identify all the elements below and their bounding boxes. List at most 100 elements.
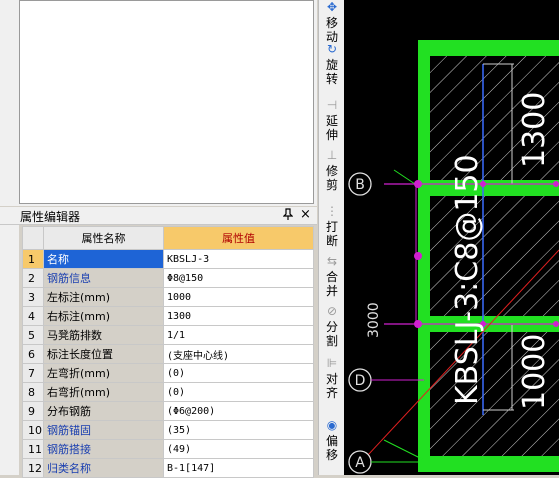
property-name-cell: 马凳筋排数	[43, 325, 164, 345]
property-value-cell[interactable]: (支座中心线)	[163, 344, 314, 364]
dimension-right-1300: 1300	[517, 92, 552, 168]
property-value-cell[interactable]: KBSLJ-3	[163, 249, 314, 269]
property-table: 属性名称 属性值 1 名称 KBSLJ-3 2 钢筋信息 Φ8@150 3 左标注(mm) 10…	[22, 226, 314, 478]
property-name-header: 属性名称	[43, 226, 164, 250]
table-row[interactable]: 6 标注长度位置 (支座中心线)	[22, 344, 314, 364]
property-value-cell[interactable]: 1300	[163, 306, 314, 326]
toolbar-button-5[interactable]: ⇆ 合并	[319, 254, 345, 298]
toolbar-label-char: 分	[325, 320, 338, 334]
pin-icon[interactable]	[282, 208, 294, 223]
row-number: 8	[22, 382, 44, 402]
toolbar-button-7[interactable]: ⊫ 对齐	[319, 356, 345, 400]
edit-toolbar: ✥ 移动 ↻ 旋转 ⊣ 延伸 ⊥ 修剪 ⋮ 打断 ⇆ 合并 ⊘ 分割 ⊫ 对齐 ◉ 偏移	[318, 0, 344, 475]
toolbar-label-char: 合	[325, 270, 338, 284]
property-value-cell[interactable]: (0)	[163, 363, 314, 383]
merge-icon: ⇆	[326, 254, 338, 268]
rotate-icon: ↻	[326, 42, 338, 56]
axis-label-b: B	[355, 177, 365, 193]
toolbar-label-char: 偏	[325, 434, 338, 448]
toolbar-label-char: 并	[325, 284, 338, 298]
property-name-cell: 名称	[43, 249, 164, 269]
grip-point[interactable]	[414, 180, 422, 188]
property-value-cell[interactable]: (35)	[163, 420, 314, 440]
property-name-cell: 钢筋搭接	[43, 439, 164, 459]
align-icon: ⊫	[326, 356, 338, 370]
toolbar-label-char: 伸	[325, 128, 338, 142]
left-gutter	[0, 0, 19, 206]
dimension-3000: 3000	[366, 302, 382, 338]
property-value-header: 属性值	[163, 226, 314, 250]
row-number: 6	[22, 344, 44, 364]
toolbar-button-4[interactable]: ⋮ 打断	[319, 204, 345, 248]
row-number: 4	[22, 306, 44, 326]
table-row[interactable]: 8 右弯折(mm) (0)	[22, 382, 314, 402]
grip-point[interactable]	[553, 321, 559, 327]
row-number: 2	[22, 268, 44, 288]
left-gutter-lower	[0, 225, 19, 475]
row-number: 5	[22, 325, 44, 345]
property-name-cell: 右标注(mm)	[43, 306, 164, 326]
row-number: 7	[22, 363, 44, 383]
property-name-cell: 标注长度位置	[43, 344, 164, 364]
property-name-cell: 分布钢筋	[43, 401, 164, 421]
property-name-cell: 左标注(mm)	[43, 287, 164, 307]
toolbar-button-2[interactable]: ⊣ 延伸	[319, 98, 345, 142]
move-icon: ✥	[326, 0, 338, 14]
row-number-header	[22, 226, 44, 250]
split-icon: ⊘	[326, 304, 338, 318]
toolbar-label-char: 断	[325, 234, 338, 248]
drawing-canvas[interactable]: B D A 3000 KBSLJ-3:C8@150 1300 1000	[344, 0, 559, 475]
property-name-cell: 钢筋信息	[43, 268, 164, 288]
table-row[interactable]: 7 左弯折(mm) (0)	[22, 363, 314, 383]
toolbar-label-char: 转	[325, 72, 338, 86]
property-editor-title: 属性编辑器	[20, 210, 81, 224]
toolbar-label-char: 对	[325, 372, 338, 386]
close-icon[interactable]: ×	[300, 207, 311, 222]
property-value-cell[interactable]: 1000	[163, 287, 314, 307]
row-number: 10	[22, 420, 44, 440]
toolbar-button-6[interactable]: ⊘ 分割	[319, 304, 345, 348]
offset-icon: ◉	[326, 418, 338, 432]
toolbar-label-char: 打	[325, 220, 338, 234]
grip-point[interactable]	[553, 181, 559, 187]
property-name-cell: 右弯折(mm)	[43, 382, 164, 402]
axis-label-d: D	[355, 373, 366, 389]
extend-icon: ⊣	[326, 98, 338, 112]
property-name-cell: 钢筋锚固	[43, 420, 164, 440]
row-number: 11	[22, 439, 44, 459]
property-value-cell[interactable]: (49)	[163, 439, 314, 459]
toolbar-button-3[interactable]: ⊥ 修剪	[319, 148, 345, 192]
property-value-cell[interactable]: (0)	[163, 382, 314, 402]
table-row[interactable]: 5 马凳筋排数 1/1	[22, 325, 314, 345]
grip-point[interactable]	[414, 320, 422, 328]
table-row[interactable]: 9 分布钢筋 (Φ6@200)	[22, 401, 314, 421]
table-row[interactable]: 3 左标注(mm) 1000	[22, 287, 314, 307]
toolbar-label-char: 修	[325, 164, 338, 178]
break-icon: ⋮	[326, 204, 338, 218]
grip-point[interactable]	[414, 252, 422, 260]
trim-icon: ⊥	[326, 148, 338, 162]
toolbar-button-0[interactable]: ✥ 移动	[319, 0, 345, 44]
property-value-cell[interactable]: Φ8@150	[163, 268, 314, 288]
table-row[interactable]: 2 钢筋信息 Φ8@150	[22, 268, 314, 288]
dimension-right-1000: 1000	[517, 334, 552, 410]
table-row[interactable]: 10 钢筋锚固 (35)	[22, 420, 314, 440]
property-table-header: 属性名称 属性值	[22, 226, 314, 250]
toolbar-button-8[interactable]: ◉ 偏移	[319, 418, 345, 462]
table-row[interactable]: 1 名称 KBSLJ-3	[22, 249, 314, 269]
table-row[interactable]: 4 右标注(mm) 1300	[22, 306, 314, 326]
drawing-svg: B D A 3000 KBSLJ-3:C8@150 1300 1000	[348, 40, 559, 474]
row-number: 3	[22, 287, 44, 307]
property-name-cell: 左弯折(mm)	[43, 363, 164, 383]
axis-label-a: A	[355, 455, 365, 471]
toolbar-label-char: 延	[325, 114, 338, 128]
component-list[interactable]	[19, 0, 314, 204]
table-row[interactable]: 11 钢筋搭接 (49)	[22, 439, 314, 459]
property-value-cell[interactable]: (Φ6@200)	[163, 401, 314, 421]
toolbar-button-1[interactable]: ↻ 旋转	[319, 42, 345, 86]
toolbar-label-char: 剪	[325, 178, 338, 192]
toolbar-label-char: 割	[325, 334, 338, 348]
row-number: 9	[22, 401, 44, 421]
property-value-cell[interactable]: 1/1	[163, 325, 314, 345]
toolbar-label-char: 移	[325, 448, 338, 462]
